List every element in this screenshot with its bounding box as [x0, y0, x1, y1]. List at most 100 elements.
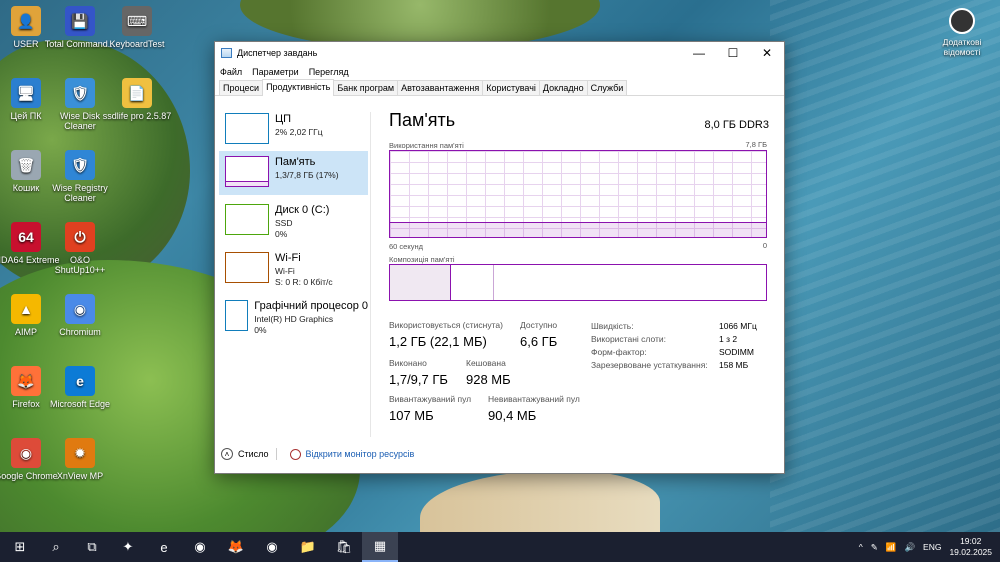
- edge-icon[interactable]: e: [146, 532, 182, 562]
- sidebar-item-label: Пам'ять: [275, 156, 316, 168]
- chevron-up-icon[interactable]: ˄: [221, 448, 233, 460]
- sidebar-item-detail: 2% 2,02 ГГц: [275, 127, 323, 137]
- chromium-icon[interactable]: ◉: [254, 532, 290, 562]
- desktop-icon[interactable]: ⏻ O&O ShutUp10++: [44, 222, 116, 275]
- sidebar-item-label: ЦП: [275, 113, 292, 125]
- sidebar-item-detail: 0%: [254, 325, 267, 335]
- app-icon: 👤: [11, 6, 41, 36]
- minimize-button[interactable]: —: [682, 42, 716, 64]
- reserved-label: Зарезервоване устаткування:: [591, 360, 708, 370]
- nonpaged-pool-label: Невивантажуваний пул: [488, 394, 580, 404]
- tab-performance[interactable]: Продуктивність: [262, 79, 335, 96]
- tab-users[interactable]: Користувачі: [482, 80, 540, 95]
- search-icon[interactable]: ⌕: [38, 532, 74, 562]
- wifi-icon[interactable]: 📶: [886, 542, 897, 553]
- menu-options[interactable]: Параметри: [252, 67, 299, 77]
- composition-standby[interactable]: [452, 265, 494, 300]
- maximize-button[interactable]: ☐: [716, 42, 750, 64]
- tab-services[interactable]: Служби: [586, 80, 628, 95]
- app-icon: ⌨: [122, 6, 152, 36]
- app-icon: 🗑: [11, 150, 41, 180]
- desktop-icon[interactable]: ◉ Chromium: [44, 294, 116, 337]
- slots-label: Використані слоти:: [591, 334, 667, 344]
- sidebar-item-wifi[interactable]: Wi-Fi Wi-Fi S: 0 R: 0 Кбіт/с: [219, 247, 368, 291]
- desktop-icon[interactable]: ⌨ KeyboardTest: [101, 6, 173, 49]
- sidebar-item-label: Диск 0 (C:): [275, 204, 330, 216]
- sidebar-item-detail: Wi-Fi: [275, 266, 295, 276]
- wallpaper-waves: [770, 0, 1000, 532]
- app-icon: 🦊: [11, 366, 41, 396]
- desktop-icon-label: Microsoft Edge: [49, 399, 111, 409]
- desktop-icon-label: Chromium: [59, 327, 101, 337]
- menu-file[interactable]: Файл: [220, 67, 242, 77]
- desktop-icon[interactable]: 📄 ssdlife pro 2.5.87: [101, 78, 173, 121]
- composition-in-use[interactable]: [390, 265, 451, 300]
- memory-capacity: 8,0 ГБ DDR3: [704, 119, 769, 131]
- fewer-details-button[interactable]: Стисло: [238, 449, 269, 459]
- menu-view[interactable]: Перегляд: [309, 67, 349, 77]
- graph-time-left: 60 секунд: [389, 242, 423, 251]
- memory-usage-fill: [390, 222, 766, 237]
- app-icon: 📄: [122, 78, 152, 108]
- desktop-icon[interactable]: 🛡 Wise Registry Cleaner: [44, 150, 116, 203]
- firefox-icon[interactable]: 🦊: [218, 532, 254, 562]
- app-icon: e: [65, 366, 95, 396]
- start-icon[interactable]: ⊞: [2, 532, 38, 562]
- chrome-icon[interactable]: ◉: [182, 532, 218, 562]
- in-use-value: 1,2 ГБ (22,1 МБ): [389, 334, 487, 349]
- slots-value: 1 з 2: [719, 334, 738, 344]
- paged-pool-label: Вивантажуваний пул: [389, 394, 472, 404]
- panel-divider: [370, 112, 371, 437]
- desktop-icon-label: ssdlife pro 2.5.87: [102, 111, 172, 121]
- explorer-icon[interactable]: 📁: [290, 532, 326, 562]
- clock-time: 19:02: [960, 536, 982, 546]
- wifi-thumbnail-graph: [225, 252, 269, 283]
- store-icon[interactable]: 🛍: [326, 532, 362, 562]
- notification-widget[interactable]: Додаткові відомості: [932, 8, 992, 57]
- notification-label: Додаткові відомості: [942, 37, 982, 57]
- available-value: 6,6 ГБ: [520, 334, 558, 349]
- app-icon: ◉: [11, 438, 41, 468]
- clock-date: 19.02.2025: [949, 547, 992, 557]
- cached-value: 928 МБ: [466, 372, 511, 387]
- wallpaper-beach: [420, 470, 660, 532]
- committed-value: 1,7/9,7 ГБ: [389, 372, 448, 387]
- sidebar-item-detail: 1,3/7,8 ГБ (17%): [275, 170, 339, 180]
- language-indicator[interactable]: ENG: [923, 542, 941, 552]
- sidebar-item-detail: S: 0 R: 0 Кбіт/с: [275, 277, 333, 287]
- tab-processes[interactable]: Процеси: [219, 80, 264, 95]
- tab-details[interactable]: Докладно: [538, 80, 588, 95]
- menu-bar: Файл Параметри Перегляд: [215, 64, 784, 80]
- desktop-icon[interactable]: e Microsoft Edge: [44, 366, 116, 409]
- pen-icon[interactable]: ✎: [871, 542, 878, 553]
- tray-chevron-icon[interactable]: ^: [859, 542, 863, 552]
- clock[interactable]: 19:02 19.02.2025: [949, 536, 992, 558]
- memory-usage-graph: [389, 150, 767, 238]
- tab-app-history[interactable]: Банк програм: [333, 80, 399, 95]
- task-view-icon[interactable]: ⧉: [74, 532, 110, 562]
- gpu-thumbnail-graph: [225, 300, 249, 331]
- copilot-icon[interactable]: ✦: [110, 532, 146, 562]
- sidebar-item-cpu[interactable]: ЦП 2% 2,02 ГГц: [219, 108, 368, 152]
- volume-icon[interactable]: 🔊: [904, 542, 915, 553]
- available-label: Доступно: [520, 320, 558, 330]
- app-icon: 🛡: [65, 150, 95, 180]
- sidebar-item-memory[interactable]: Пам'ять 1,3/7,8 ГБ (17%): [219, 151, 368, 195]
- sidebar-item-detail: SSD: [275, 218, 293, 228]
- tab-startup[interactable]: Автозавантаження: [397, 80, 484, 95]
- sidebar-item-gpu[interactable]: Графічний процесор 0 Intel(R) HD Graphics…: [219, 295, 368, 339]
- memory-thumbnail-graph: [225, 156, 269, 187]
- task-manager-icon[interactable]: ▦: [362, 532, 398, 562]
- sidebar-item-disk[interactable]: Диск 0 (C:) SSD 0%: [219, 199, 368, 243]
- disk-thumbnail-graph: [225, 204, 269, 235]
- open-resource-monitor-link[interactable]: Відкрити монітор ресурсів: [306, 449, 415, 459]
- composition-label: Композиція пам'яті: [389, 255, 455, 264]
- composition-free[interactable]: [495, 265, 766, 300]
- desktop-icon[interactable]: ✹ XnView MP: [44, 438, 116, 481]
- close-button[interactable]: ✕: [750, 42, 784, 64]
- nonpaged-pool-value: 90,4 МБ: [488, 408, 537, 423]
- info-icon: [949, 8, 975, 34]
- app-icon: ◉: [65, 294, 95, 324]
- usage-graph-label: Використання пам'яті: [389, 141, 464, 150]
- title-bar[interactable]: Диспетчер завдань — ☐ ✕: [215, 42, 784, 64]
